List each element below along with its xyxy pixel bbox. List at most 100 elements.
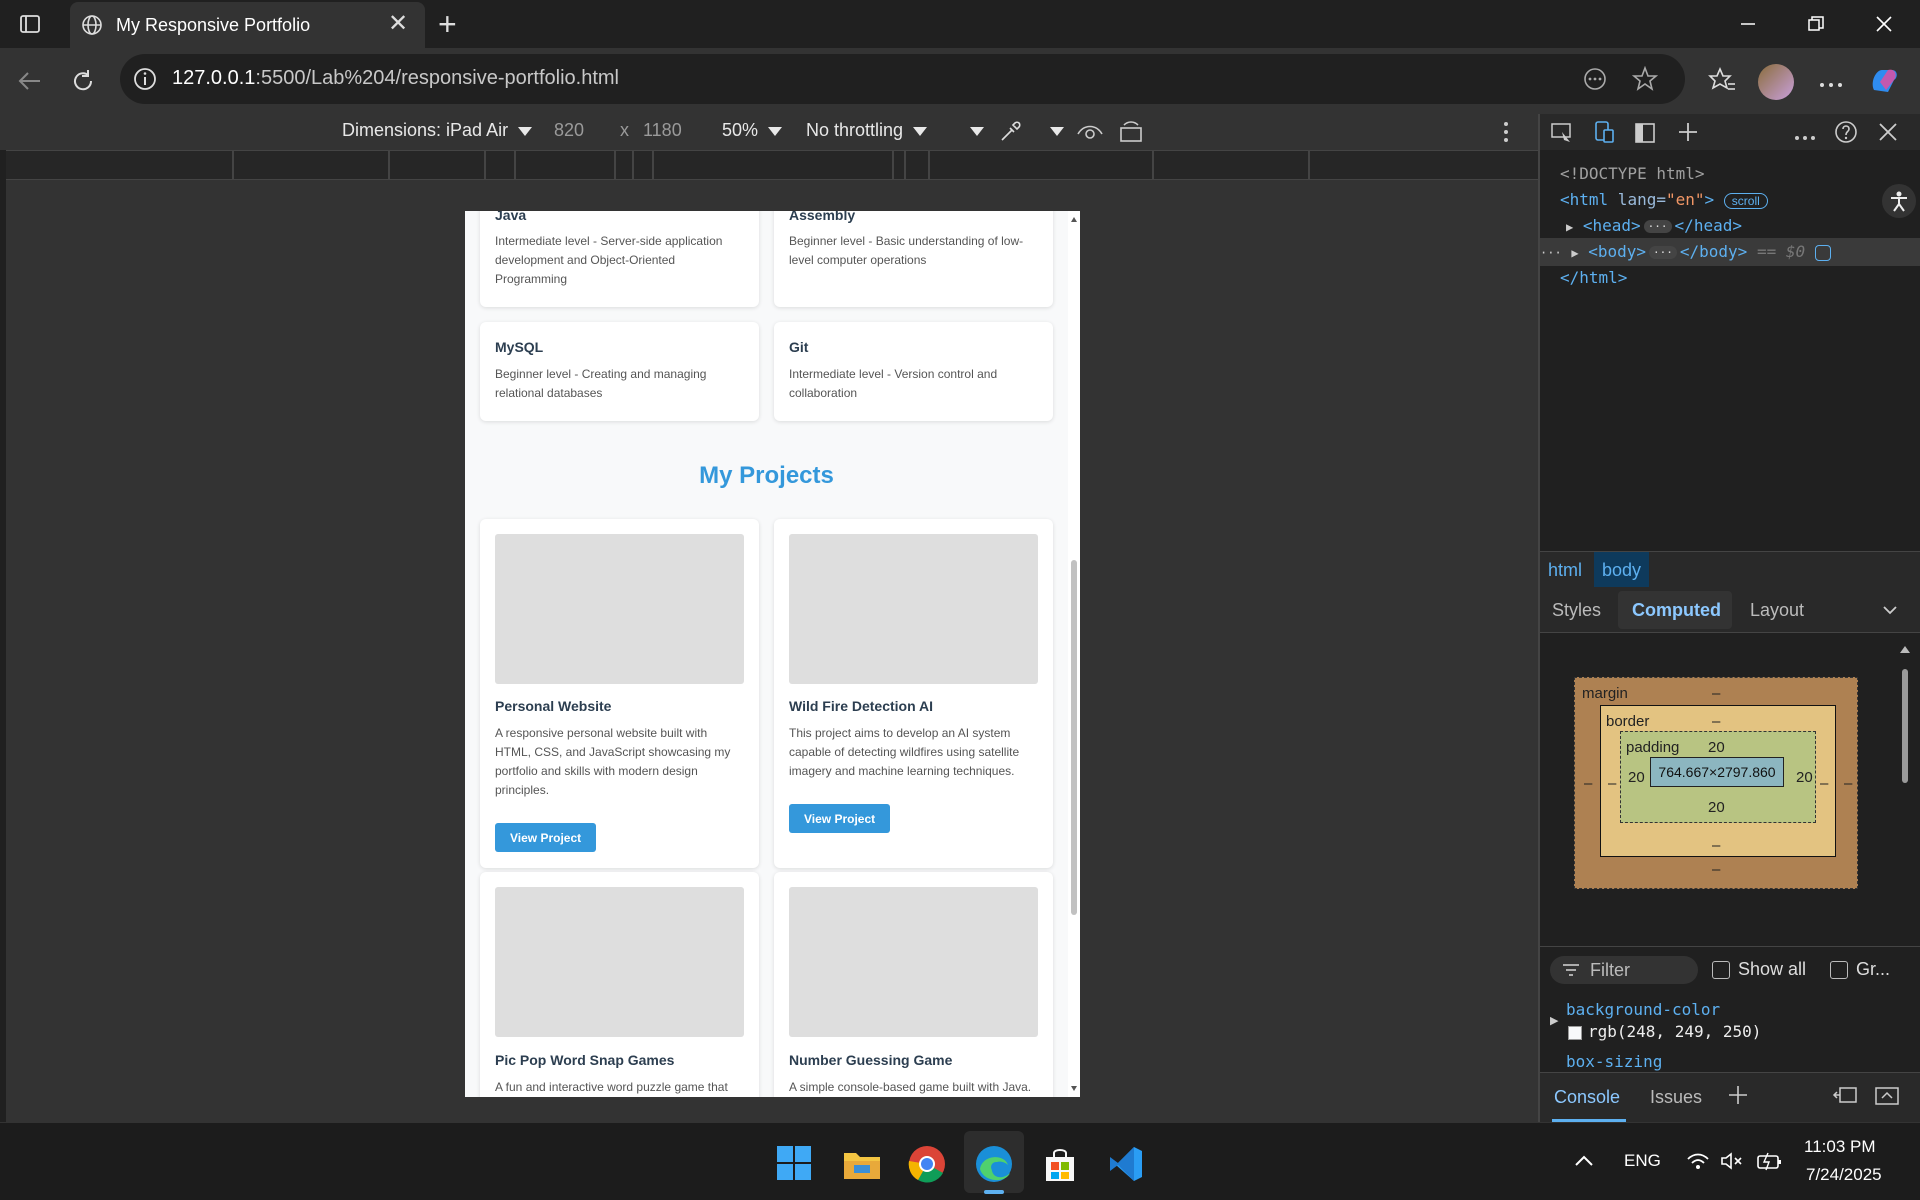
file-explorer-icon[interactable] [842,1147,882,1186]
favorite-star-icon[interactable] [1631,65,1659,97]
settings-more-icon[interactable] [1818,76,1844,94]
show-all-label: Show all [1738,959,1807,979]
prop-name[interactable]: background-color [1566,1000,1720,1019]
restore-icon[interactable] [1786,0,1846,48]
device-emulation-icon[interactable] [1592,120,1616,149]
border-label: border [1606,713,1650,730]
box-content[interactable]: 764.667×2797.860 [1650,757,1784,787]
tab-styles[interactable]: Styles [1552,600,1601,621]
volume-muted-icon[interactable] [1720,1151,1744,1176]
expand-drawer-icon[interactable] [1874,1085,1900,1112]
drawer-tabs: Console Issues [1540,1072,1920,1122]
new-tab-icon[interactable]: + [438,6,457,43]
html-close-node[interactable]: </html> [1560,268,1627,287]
close-tab-icon[interactable]: ✕ [386,12,410,36]
eye-icon[interactable] [1076,122,1104,147]
filter-input[interactable]: Filter [1550,956,1698,984]
back-icon[interactable] [16,68,42,99]
group-checkbox[interactable] [1830,961,1848,979]
inspect-element-icon[interactable] [1550,122,1574,149]
url-bar[interactable]: 127.0.0.1:5500/Lab%204/responsive-portfo… [120,54,1685,104]
chrome-icon[interactable] [908,1145,946,1188]
vision-dropdown[interactable] [1040,120,1064,141]
battery-icon[interactable] [1756,1151,1782,1176]
show-all-checkbox[interactable] [1712,961,1730,979]
expand-triangle-icon[interactable]: ▶ [1571,246,1578,260]
portfolio-page[interactable]: Java Intermediate level - Server-side ap… [465,211,1068,1097]
skill-desc: Beginner level - Basic understanding of … [789,234,1024,267]
expand-triangle-icon[interactable]: ▶ [1550,1014,1558,1027]
more-dropdown[interactable] [960,120,984,141]
profile-avatar[interactable] [1758,64,1794,100]
refresh-icon[interactable] [70,68,96,99]
browser-tab[interactable]: My Responsive Portfolio ✕ [70,2,425,48]
devtools-more-icon[interactable] [1794,128,1816,146]
site-info-icon[interactable] [132,66,158,97]
zoom-dropdown[interactable]: 50% [722,120,783,141]
tab-layout[interactable]: Layout [1750,600,1804,621]
wifi-icon[interactable] [1686,1151,1710,1176]
close-window-icon[interactable] [1854,0,1914,48]
microsoft-store-icon[interactable] [1042,1147,1078,1188]
doctype-node[interactable]: <!DOCTYPE html> [1560,164,1705,183]
view-project-button[interactable]: View Project [495,823,597,852]
close-devtools-icon[interactable] [1878,122,1898,147]
collapsed-ellipsis[interactable]: ··· [1643,220,1672,233]
more-options-circle-icon[interactable] [1582,66,1608,97]
copilot-icon[interactable] [1868,64,1900,101]
dimensions-dropdown[interactable]: Dimensions: iPad Air [342,120,533,141]
view-project-button[interactable]: View Project [789,804,891,833]
tab-actions-icon[interactable] [18,12,42,36]
head-node[interactable]: ▶ <head> ··· </head> [1566,216,1742,235]
devtools-toolbar [1540,114,1920,150]
rotate-device-icon[interactable] [1118,120,1144,149]
clock-time[interactable]: 11:03 PM [1804,1137,1876,1157]
clock-date[interactable]: 7/24/2025 [1806,1165,1882,1185]
dock-drawer-icon[interactable] [1832,1085,1858,1112]
tab-computed[interactable]: Computed [1632,600,1721,621]
devtools-scrollbar-track[interactable] [1898,643,1912,933]
height-input[interactable]: 1180 [643,120,682,141]
add-drawer-tab-icon[interactable] [1726,1083,1750,1112]
scroll-badge[interactable]: scroll [1723,192,1768,209]
computed-properties: ▶ background-color rgb(248, 249, 250) bo… [1540,992,1920,1072]
copilot-explain-icon[interactable] [1814,244,1831,261]
project-title: Pic Pop Word Snap Games [495,1052,675,1068]
breadcrumb-html[interactable]: html [1548,560,1582,581]
vscode-icon[interactable] [1108,1145,1144,1188]
tab-issues[interactable]: Issues [1650,1087,1702,1108]
expand-triangle-icon[interactable]: ▶ [1566,220,1573,234]
eyedropper-icon[interactable] [998,120,1022,149]
chevron-down-icon[interactable] [1882,603,1898,621]
group-label: Gr... [1856,959,1891,979]
edge-icon[interactable] [974,1145,1014,1188]
color-swatch[interactable] [1568,1026,1582,1040]
border-bottom: – [1712,837,1721,854]
collapsed-ellipsis[interactable]: ··· [1649,246,1677,259]
html-node[interactable]: <html lang="en"> scroll [1560,190,1768,209]
accessibility-icon[interactable] [1882,184,1916,218]
prop-name[interactable]: box-sizing [1566,1052,1662,1071]
minimize-icon[interactable] [1718,0,1778,48]
add-panel-icon[interactable] [1676,120,1700,149]
throttling-dropdown[interactable]: No throttling [806,120,928,141]
page-scrollbar-thumb[interactable] [1071,560,1077,915]
devtools-scrollbar-thumb[interactable] [1902,669,1908,783]
language-indicator[interactable]: ENG [1624,1151,1661,1171]
favorites-icon[interactable] [1708,66,1736,99]
width-input[interactable]: 820 [554,120,584,141]
padding-top: 20 [1708,739,1725,756]
body-node[interactable]: ··· ▶ <body> ··· </body> == $0 [1540,242,1831,261]
border-left: – [1608,775,1617,792]
breadcrumb-body[interactable]: body [1594,552,1650,588]
tab-console[interactable]: Console [1554,1087,1620,1108]
help-icon[interactable] [1834,120,1858,149]
show-hidden-icons[interactable] [1574,1153,1594,1172]
row-more-icon[interactable]: ··· [1540,246,1562,260]
dock-sidebar-icon[interactable] [1634,122,1656,149]
windows-start-icon[interactable] [776,1145,812,1186]
lang-attribute: lang= [1608,190,1666,209]
title-bar: My Responsive Portfolio ✕ + [0,0,1920,48]
toolbar-more-icon[interactable] [1502,120,1510,149]
project-desc: This project aims to develop an AI syste… [789,726,1020,778]
